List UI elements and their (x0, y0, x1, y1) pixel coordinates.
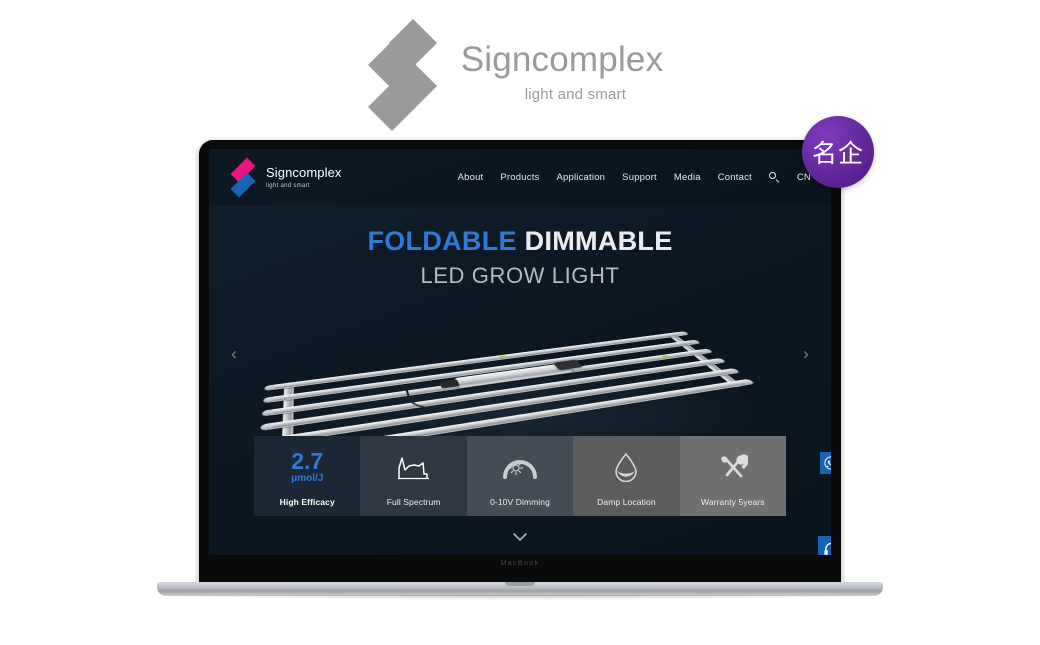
efficacy-value: 2.7 (291, 447, 324, 474)
site-logo[interactable]: Signcomplex light and smart (230, 157, 342, 198)
site-logo-name: Signcomplex (266, 164, 342, 180)
water-droplet-icon (573, 436, 679, 497)
brand-text: Signcomplex light and smart (461, 42, 664, 102)
laptop-base (157, 582, 883, 596)
tools-icon (680, 436, 786, 497)
laptop-lid: Signcomplex light and smart About Produc… (199, 140, 841, 588)
browser-screen: Signcomplex light and smart About Produc… (209, 149, 831, 555)
search-icon[interactable] (768, 171, 780, 183)
laptop-model-label: MacBook (500, 560, 540, 567)
headset-icon (823, 542, 831, 555)
feature-label: Warranty 5years (701, 497, 765, 507)
enterprise-badge[interactable]: 名企 (802, 116, 874, 188)
carousel-next-icon[interactable]: › (797, 345, 815, 363)
whatsapp-button[interactable] (820, 452, 831, 474)
laptop-mockup: Signcomplex light and smart About Produc… (157, 140, 883, 600)
hero-subtitle: LED GROW LIGHT (420, 262, 620, 288)
site-navbar: Signcomplex light and smart About Produc… (209, 149, 831, 205)
nav-link-application[interactable]: Application (556, 172, 605, 183)
nav-link-contact[interactable]: Contact (718, 172, 752, 183)
feature-label: Full Spectrum (386, 497, 441, 507)
brand-name: Signcomplex (460, 40, 664, 79)
carousel-prev-icon[interactable]: ‹ (225, 345, 243, 363)
brand-tagline: light and smart (524, 86, 627, 103)
hero-headline: FOLDABLE DIMMABLE (209, 226, 831, 257)
feature-cards: 2.7 μmol/J High Efficacy Full Spectrum 0… (254, 436, 787, 516)
feature-damp-location[interactable]: Damp Location (573, 436, 680, 516)
spectrum-chart-icon (360, 436, 466, 497)
site-logo-text: Signcomplex light and smart (266, 166, 342, 189)
rig-cross-bar (666, 332, 743, 388)
diamond-stack-icon (367, 18, 443, 132)
site-diamond-icon (230, 157, 257, 198)
feature-full-spectrum[interactable]: Full Spectrum (360, 436, 467, 516)
feature-label: 0-10V Dimming (490, 497, 550, 507)
brand-logo: Signcomplex light and smart (0, 18, 1040, 132)
efficacy-number: 2.7 μmol/J (254, 436, 360, 497)
hero-title: FOLDABLE DIMMABLE LED GROW LIGHT (209, 226, 831, 289)
hero-word-dimmable: DIMMABLE (524, 226, 673, 256)
nav-menu: About Products Application Support Media… (458, 171, 811, 183)
support-chat-button[interactable] (818, 536, 831, 555)
enterprise-badge-text: 名企 (811, 139, 864, 168)
hero-word-foldable: FOLDABLE (367, 226, 517, 256)
feature-warranty[interactable]: Warranty 5years (679, 436, 787, 516)
scroll-down-icon[interactable] (513, 530, 527, 544)
nav-link-support[interactable]: Support (622, 172, 657, 183)
feature-dimming[interactable]: 0-10V Dimming (466, 436, 574, 516)
nav-link-about[interactable]: About (458, 172, 484, 183)
efficacy-unit: μmol/J (291, 472, 324, 484)
dimmer-gauge-icon (467, 436, 573, 497)
laptop-shadow (163, 595, 877, 600)
whatsapp-icon (824, 456, 831, 470)
feature-label: Damp Location (597, 497, 656, 507)
feature-label: High Efficacy (279, 497, 335, 507)
site-logo-tagline: light and smart (266, 182, 310, 189)
nav-link-products[interactable]: Products (500, 172, 539, 183)
nav-link-media[interactable]: Media (674, 172, 701, 183)
feature-high-efficacy[interactable]: 2.7 μmol/J High Efficacy (254, 436, 361, 516)
